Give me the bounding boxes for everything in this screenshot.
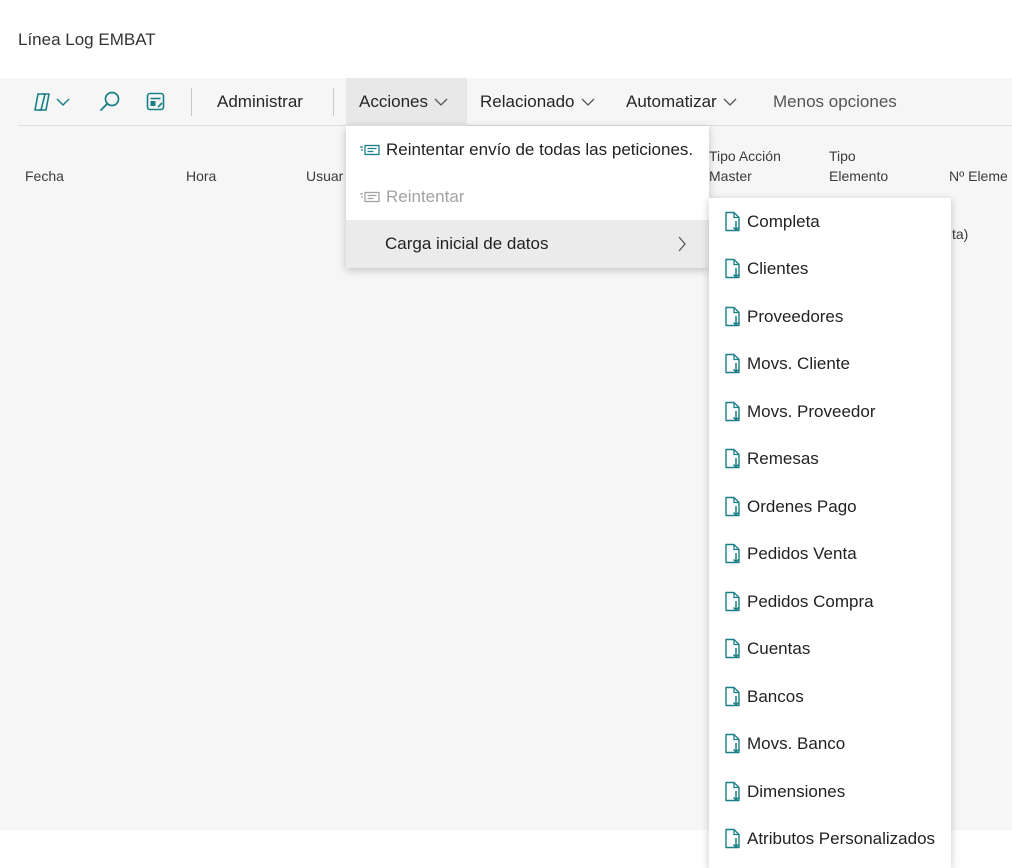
submenu-item-label: Completa: [747, 211, 820, 231]
document-import-icon: [723, 543, 743, 565]
acciones-button[interactable]: Acciones: [346, 78, 467, 126]
toolbar-separator: [191, 88, 192, 116]
chevron-down-icon: [56, 97, 70, 107]
submenu-item[interactable]: Bancos: [709, 673, 951, 720]
submenu-item-label: Pedidos Venta: [747, 544, 857, 563]
relacionado-label: Relacionado: [480, 92, 575, 111]
action-bar: Administrar Acciones Relacionado Automat…: [18, 78, 1012, 126]
automatizar-button[interactable]: Automatizar: [613, 78, 750, 126]
column-header-n-elemento[interactable]: Nº Eleme: [949, 166, 1008, 186]
relacionado-button[interactable]: Relacionado: [467, 78, 608, 126]
copilot-icon: [32, 91, 54, 113]
document-import-icon: [723, 828, 743, 850]
document-import-icon: [723, 496, 743, 518]
column-header-tipo-accion[interactable]: Tipo Acción Master: [709, 146, 781, 186]
administrar-button[interactable]: Administrar: [204, 78, 316, 126]
document-import-icon: [723, 781, 743, 803]
document-import-icon: [723, 591, 743, 613]
submenu-item-label: Dimensiones: [747, 781, 846, 801]
column-header-line: Elemento: [829, 168, 889, 184]
chevron-right-icon: [677, 236, 687, 252]
document-import-icon: [723, 211, 743, 233]
submenu-item[interactable]: Movs. Cliente: [709, 341, 951, 388]
chevron-down-icon: [723, 97, 737, 107]
document-import-icon: [723, 686, 743, 708]
carga-inicial-submenu: Completa Clientes Proveedores Movs. Cliente…: [709, 198, 951, 868]
search-button[interactable]: [98, 90, 122, 114]
submenu-item-label: Movs. Cliente: [747, 354, 850, 373]
document-import-icon: [723, 306, 743, 328]
menu-item-label: Reintentar: [386, 186, 465, 206]
chevron-down-icon: [581, 97, 595, 107]
administrar-label: Administrar: [217, 92, 303, 111]
submenu-item-label: Remesas: [747, 449, 819, 468]
retry-send-icon: [359, 189, 381, 205]
menu-item-label: Carga inicial de datos: [385, 234, 549, 253]
submenu-item-label: Cuentas: [747, 639, 811, 658]
submenu-item[interactable]: Cuentas: [709, 626, 951, 673]
document-import-icon: [723, 353, 743, 375]
document-import-icon: [723, 638, 743, 660]
edit-list-icon: [145, 91, 167, 113]
menos-opciones-button[interactable]: Menos opciones: [760, 78, 910, 126]
submenu-item[interactable]: Movs. Banco: [709, 721, 951, 768]
column-header-hora[interactable]: Hora: [186, 166, 216, 186]
menu-item-carga-inicial[interactable]: Carga inicial de datos: [346, 220, 709, 268]
page-title: Línea Log EMBAT: [18, 30, 156, 49]
retry-send-icon: [359, 142, 381, 158]
acciones-menu: Reintentar envío de todas las peticiones…: [346, 126, 709, 268]
column-header-line: Master: [709, 168, 752, 184]
submenu-item-label: Bancos: [747, 686, 804, 706]
search-icon: [98, 90, 122, 114]
submenu-item-label: Clientes: [747, 259, 809, 278]
submenu-item[interactable]: Movs. Proveedor: [709, 388, 951, 435]
menu-item-reintentar[interactable]: Reintentar: [346, 173, 709, 220]
menos-opciones-label: Menos opciones: [773, 92, 897, 111]
submenu-item-label: Pedidos Compra: [747, 591, 874, 611]
chevron-down-icon: [434, 97, 448, 107]
edit-list-button[interactable]: [145, 90, 167, 114]
submenu-item[interactable]: Proveedores: [709, 293, 951, 340]
column-header-fecha[interactable]: Fecha: [25, 166, 64, 186]
submenu-item[interactable]: Ordenes Pago: [709, 483, 951, 530]
submenu-item-label: Atributos Personalizados: [747, 829, 936, 848]
document-import-icon: [723, 258, 743, 280]
copilot-button[interactable]: [32, 90, 70, 114]
submenu-item-label: Movs. Proveedor: [747, 401, 876, 421]
submenu-item[interactable]: Dimensiones: [709, 768, 951, 815]
document-import-icon: [723, 401, 743, 423]
toolbar-separator: [333, 88, 334, 116]
submenu-item-label: Ordenes Pago: [747, 496, 857, 516]
document-import-icon: [723, 448, 743, 470]
submenu-item-label: Movs. Banco: [747, 734, 846, 753]
submenu-item[interactable]: Remesas: [709, 436, 951, 483]
submenu-item[interactable]: Completa: [709, 198, 951, 245]
automatizar-label: Automatizar: [626, 92, 717, 111]
submenu-item-label: Proveedores: [747, 306, 844, 326]
submenu-item[interactable]: Atributos Personalizados: [709, 816, 951, 863]
submenu-item[interactable]: Pedidos Venta: [709, 531, 951, 578]
cell-peek-text: ta): [952, 226, 969, 242]
column-header-line: Tipo Acción: [709, 148, 781, 164]
column-header-tipo-elemento[interactable]: Tipo Elemento: [829, 146, 888, 186]
document-import-icon: [723, 733, 743, 755]
submenu-item[interactable]: Pedidos Compra: [709, 578, 951, 625]
menu-item-label: Reintentar envío de todas las peticiones…: [386, 139, 694, 159]
submenu-item[interactable]: Clientes: [709, 246, 951, 293]
column-header-line: Tipo: [829, 148, 856, 164]
acciones-label: Acciones: [359, 92, 428, 111]
menu-item-reintentar-todas[interactable]: Reintentar envío de todas las peticiones…: [346, 126, 709, 173]
column-header-usuario[interactable]: Usuar: [306, 166, 343, 186]
